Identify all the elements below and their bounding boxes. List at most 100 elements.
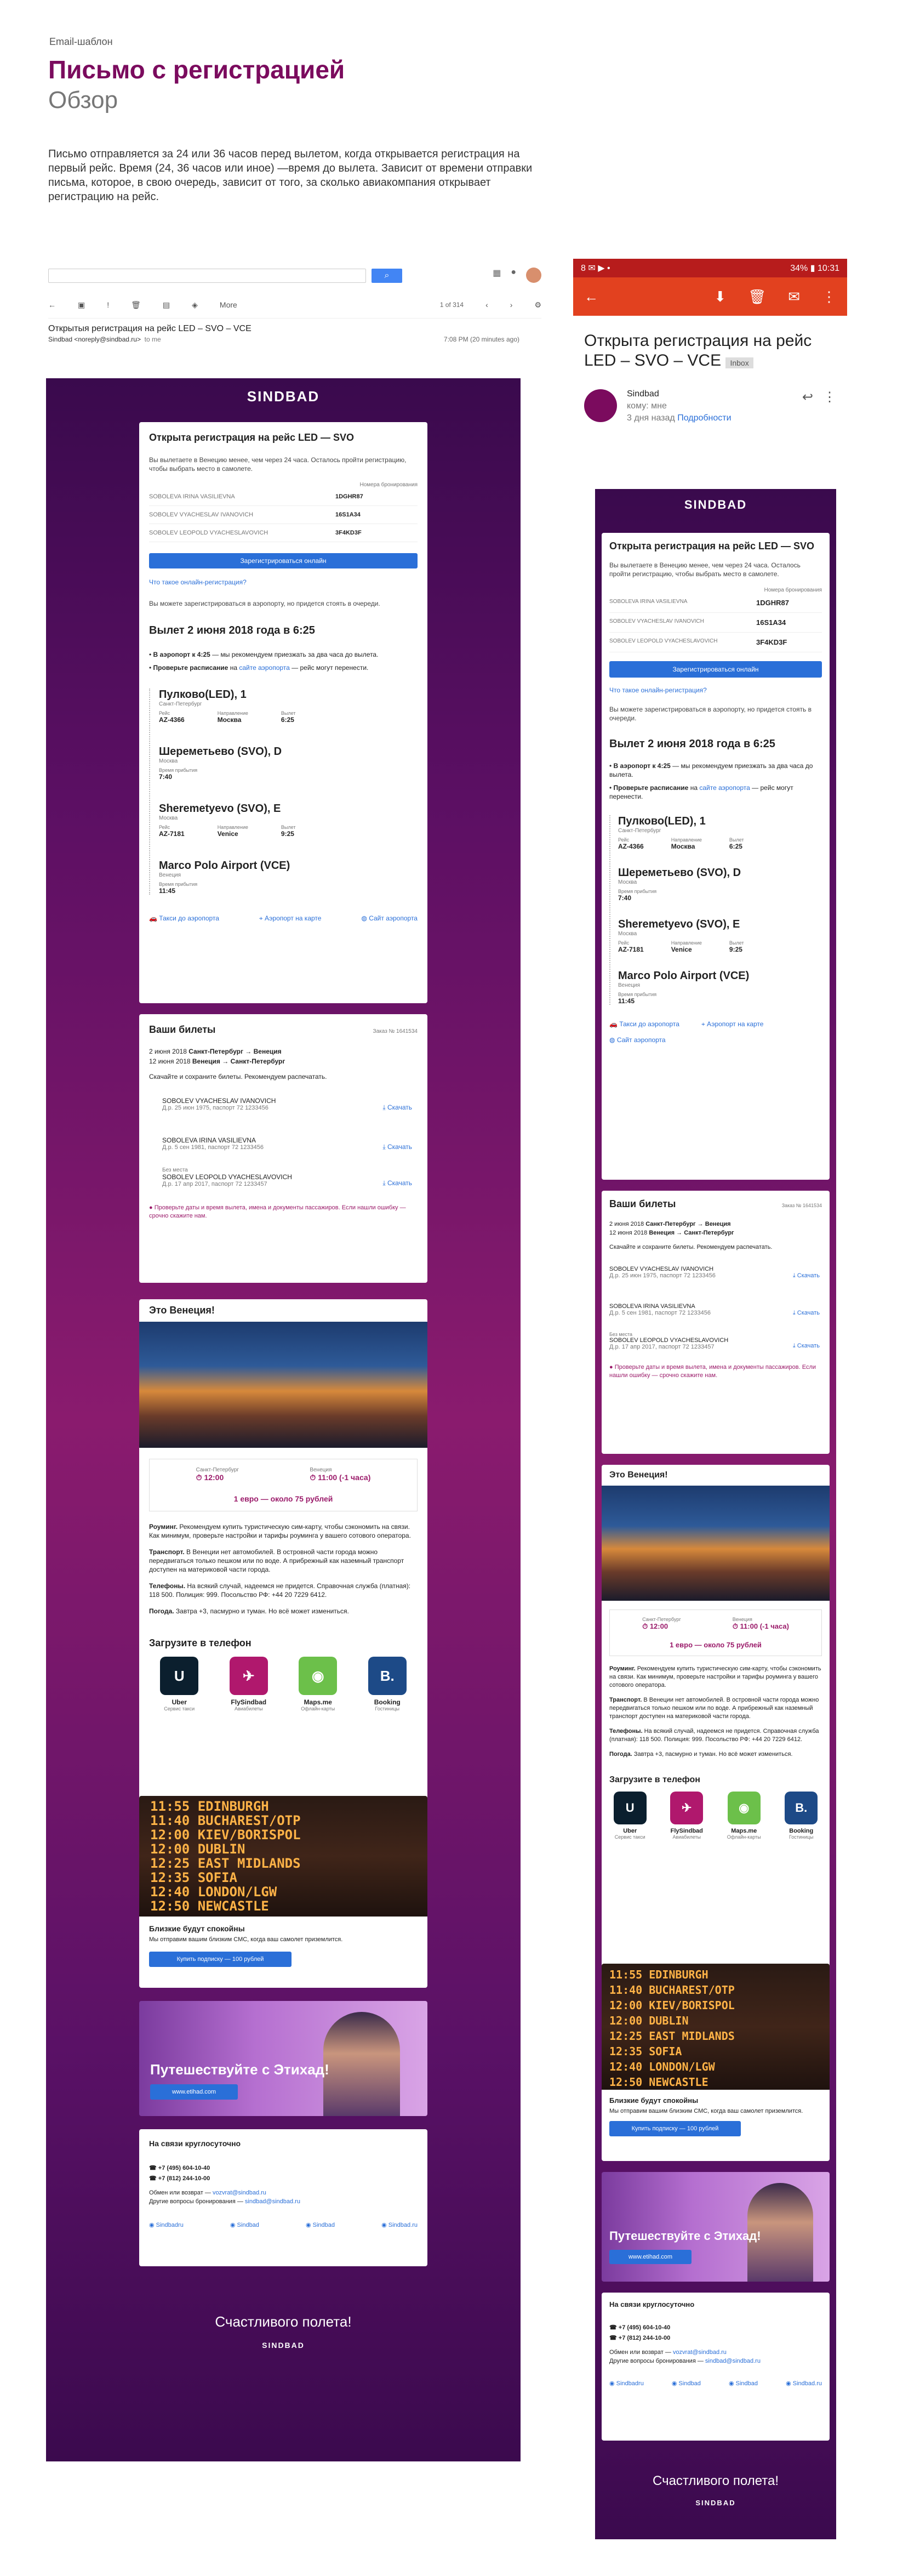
social-links: ◉ Sindbadru ◉ Sindbad ◉ Sindbad ◉ Sindba…	[609, 2380, 822, 2387]
download-link[interactable]: ⤓ Скачать	[793, 1343, 820, 1350]
other-email[interactable]: sindbad@sindbad.ru	[705, 2358, 761, 2364]
social-twitter[interactable]: ◉ Sindbad.ru	[786, 2380, 822, 2387]
segment2-to: Marco Polo Airport (VCE)	[618, 970, 750, 982]
sms-title: Близкие будут спокойны	[149, 1924, 245, 1933]
map-link[interactable]: ⌖ Аэропорт на карте	[701, 1020, 764, 1028]
notifications-icon[interactable]: ●	[511, 268, 516, 283]
apps-list: U Uber Сервис такси ✈ FlySindbad Авиабилеты …	[602, 1792, 830, 1840]
phone-2[interactable]: ☎ +7 (812) 244-10-00	[149, 2175, 418, 2182]
booking-icon: B.	[785, 1792, 818, 1824]
segment2-details: Рейс AZ-7181 Направление Venice Вылет 9:25	[618, 940, 744, 953]
sms-button[interactable]: Купить подписку — 100 рублей	[149, 1952, 292, 1967]
sms-card: 11:55 EDINBURGH 11:40 BUCHAREST/OTP 12:0…	[139, 1796, 427, 1988]
flight-attendant-image	[323, 2012, 400, 2116]
taxi-link[interactable]: 🚗 Такси до аэропорта	[609, 1020, 679, 1028]
phone-frame: 8 ✉ ▶ • 34% ▮ 10:31 ← ⬇ 🗑 ✉ ⋮ Открыта ре…	[573, 259, 847, 2556]
social-vk[interactable]: ◉ Sindbadru	[149, 2221, 184, 2228]
airport-site-link[interactable]: сайте аэропорта	[699, 784, 750, 792]
social-instagram[interactable]: ◉ Sindbad	[306, 2221, 335, 2228]
phone-2[interactable]: ☎ +7 (812) 244-10-00	[609, 2334, 822, 2341]
download-link[interactable]: ⤓ Скачать	[382, 1143, 412, 1151]
next-icon[interactable]: ›	[510, 300, 513, 309]
labels-icon[interactable]: ◈	[192, 300, 198, 310]
sms-text: Мы отправим вашим близким СМС, когда ваш…	[149, 1936, 343, 1943]
segment2-arr-label: Время прибытия	[618, 992, 657, 997]
other-line: Другие вопросы бронирования — sindbad@si…	[609, 2358, 761, 2364]
download-link[interactable]: ⤓ Скачать	[793, 1310, 820, 1317]
more-icon[interactable]: ⋮	[823, 389, 836, 405]
etihad-banner[interactable]: Путешествуйте с Этихад! www.etihad.com	[139, 2001, 427, 2116]
prev-icon[interactable]: ‹	[485, 300, 488, 309]
site-link[interactable]: ◍ Сайт аэропорта	[361, 914, 418, 923]
site-link[interactable]: ◍ Сайт аэропорта	[609, 1036, 666, 1044]
social-instagram[interactable]: ◉ Sindbad	[729, 2380, 758, 2387]
app-mapsme[interactable]: ◉ Maps.me Офлайн-карты	[727, 1792, 761, 1840]
phone-1[interactable]: ☎ +7 (495) 604-10-40	[609, 2324, 822, 2331]
taxi-link[interactable]: 🚗 Такси до аэропорта	[149, 914, 219, 923]
airport-site-link[interactable]: сайте аэропорта	[239, 664, 290, 672]
delete-icon[interactable]: 🗑	[131, 300, 141, 310]
move-icon[interactable]: ▤	[163, 300, 170, 310]
pager: 1 of 314	[439, 301, 464, 309]
download-link[interactable]: ⤓ Скачать	[382, 1104, 412, 1112]
airport-links: 🚗 Такси до аэропорта ⌖ Аэропорт на карте…	[609, 1020, 822, 1044]
support-title: На связи круглосуточно	[149, 2139, 241, 2148]
tickets-title: Ваши билеты	[609, 1198, 676, 1209]
checkin-button[interactable]: Зарегистрироваться онлайн	[149, 553, 418, 568]
what-is-checkin-link[interactable]: Что такое онлайн-регистрация?	[609, 686, 822, 694]
etihad-button[interactable]: www.etihad.com	[609, 2250, 692, 2264]
sms-button[interactable]: Купить подписку — 100 рублей	[609, 2121, 741, 2136]
download-link[interactable]: ⤓ Скачать	[793, 1272, 820, 1280]
reply-icon[interactable]: ↩	[802, 389, 813, 405]
app-booking[interactable]: B. Booking Гостиницы	[368, 1657, 407, 1711]
what-is-checkin-link[interactable]: Что такое онлайн-регистрация?	[149, 578, 418, 586]
passenger-list: SOBOLEVA IRINA VASILIEVNA 1DGHR87 SOBOLEV…	[149, 488, 418, 542]
segment2-arr-label: Время прибытия	[159, 882, 198, 887]
search-input[interactable]	[48, 269, 366, 283]
social-vk[interactable]: ◉ Sindbadru	[609, 2380, 644, 2387]
settings-icon[interactable]: ⚙	[534, 300, 541, 310]
transport-tip: Транспорт. В Венеции нет автомобилей. В …	[149, 1548, 404, 1573]
back-arrow-icon[interactable]: ←	[584, 288, 598, 305]
delete-icon[interactable]: 🗑	[748, 288, 766, 305]
avatar[interactable]	[526, 268, 541, 283]
exchange-email[interactable]: vozvrat@sindbad.ru	[213, 2190, 266, 2196]
back-icon[interactable]: ←	[48, 300, 56, 309]
checkin-button[interactable]: Зарегистрироваться онлайн	[609, 661, 822, 678]
spam-icon[interactable]: !	[107, 300, 109, 309]
phone-1[interactable]: ☎ +7 (495) 604-10-40	[149, 2164, 418, 2171]
apps-grid-icon[interactable]: ▦	[493, 268, 501, 283]
app-flysindbad[interactable]: ✈ FlySindbad Авиабилеты	[229, 1657, 268, 1711]
segment1-city: Санкт-Петербург	[159, 701, 202, 707]
exchange-email[interactable]: vozvrat@sindbad.ru	[673, 2349, 727, 2356]
etihad-banner[interactable]: Путешествуйте с Этихад! www.etihad.com	[602, 2172, 830, 2282]
tip-schedule: • Проверьте расписание на сайте аэропорт…	[149, 664, 369, 672]
social-facebook[interactable]: ◉ Sindbad	[672, 2380, 701, 2387]
checkin-intro: Вы вылетаете в Венецию менее, чем через …	[149, 456, 407, 473]
segment2-to-city: Венеция	[159, 872, 181, 878]
archive-icon[interactable]: ▣	[78, 300, 85, 310]
ticket-row: SOBOLEV VYACHESLAV IVANOVICH Д.р. 25 июн…	[162, 1097, 412, 1112]
app-flysindbad[interactable]: ✈ FlySindbad Авиабилеты	[670, 1792, 704, 1840]
airport-note: Вы можете зарегистрироваться в аэропорту…	[609, 706, 812, 722]
app-booking[interactable]: B. Booking Гостиницы	[785, 1792, 818, 1840]
app-uber[interactable]: U Uber Сервис такси	[160, 1657, 199, 1711]
route-line-1: 2 июня 2018 Санкт-Петербург → Венеция	[149, 1048, 282, 1055]
social-facebook[interactable]: ◉ Sindbad	[230, 2221, 259, 2228]
segment2-details: Рейс AZ-7181 Направление Venice Вылет 9:25	[159, 824, 296, 838]
overflow-menu-icon[interactable]: ⋮	[822, 288, 836, 305]
segment1-from: Пулково(LED), 1	[159, 689, 247, 701]
download-link[interactable]: ⤓ Скачать	[382, 1179, 412, 1187]
mail-icon[interactable]: ✉	[788, 288, 800, 305]
app-uber[interactable]: U Uber Сервис такси	[613, 1792, 647, 1840]
archive-icon[interactable]: ⬇	[714, 288, 726, 305]
etihad-button[interactable]: www.etihad.com	[150, 2084, 238, 2100]
map-link[interactable]: ⌖ Аэропорт на карте	[259, 914, 322, 923]
social-twitter[interactable]: ◉ Sindbad.ru	[381, 2221, 418, 2228]
gmail-desktop: ⌕ ▦ ● ← ▣ ! 🗑 ▤ ◈ More 1 of 314 ‹ › ⚙ От…	[48, 263, 541, 373]
other-email[interactable]: sindbad@sindbad.ru	[245, 2198, 300, 2205]
search-button[interactable]: ⌕	[372, 269, 402, 283]
details-link[interactable]: Подробности	[677, 413, 731, 423]
app-mapsme[interactable]: ◉ Maps.me Офлайн-карты	[299, 1657, 338, 1711]
more-menu[interactable]: More	[220, 300, 237, 309]
